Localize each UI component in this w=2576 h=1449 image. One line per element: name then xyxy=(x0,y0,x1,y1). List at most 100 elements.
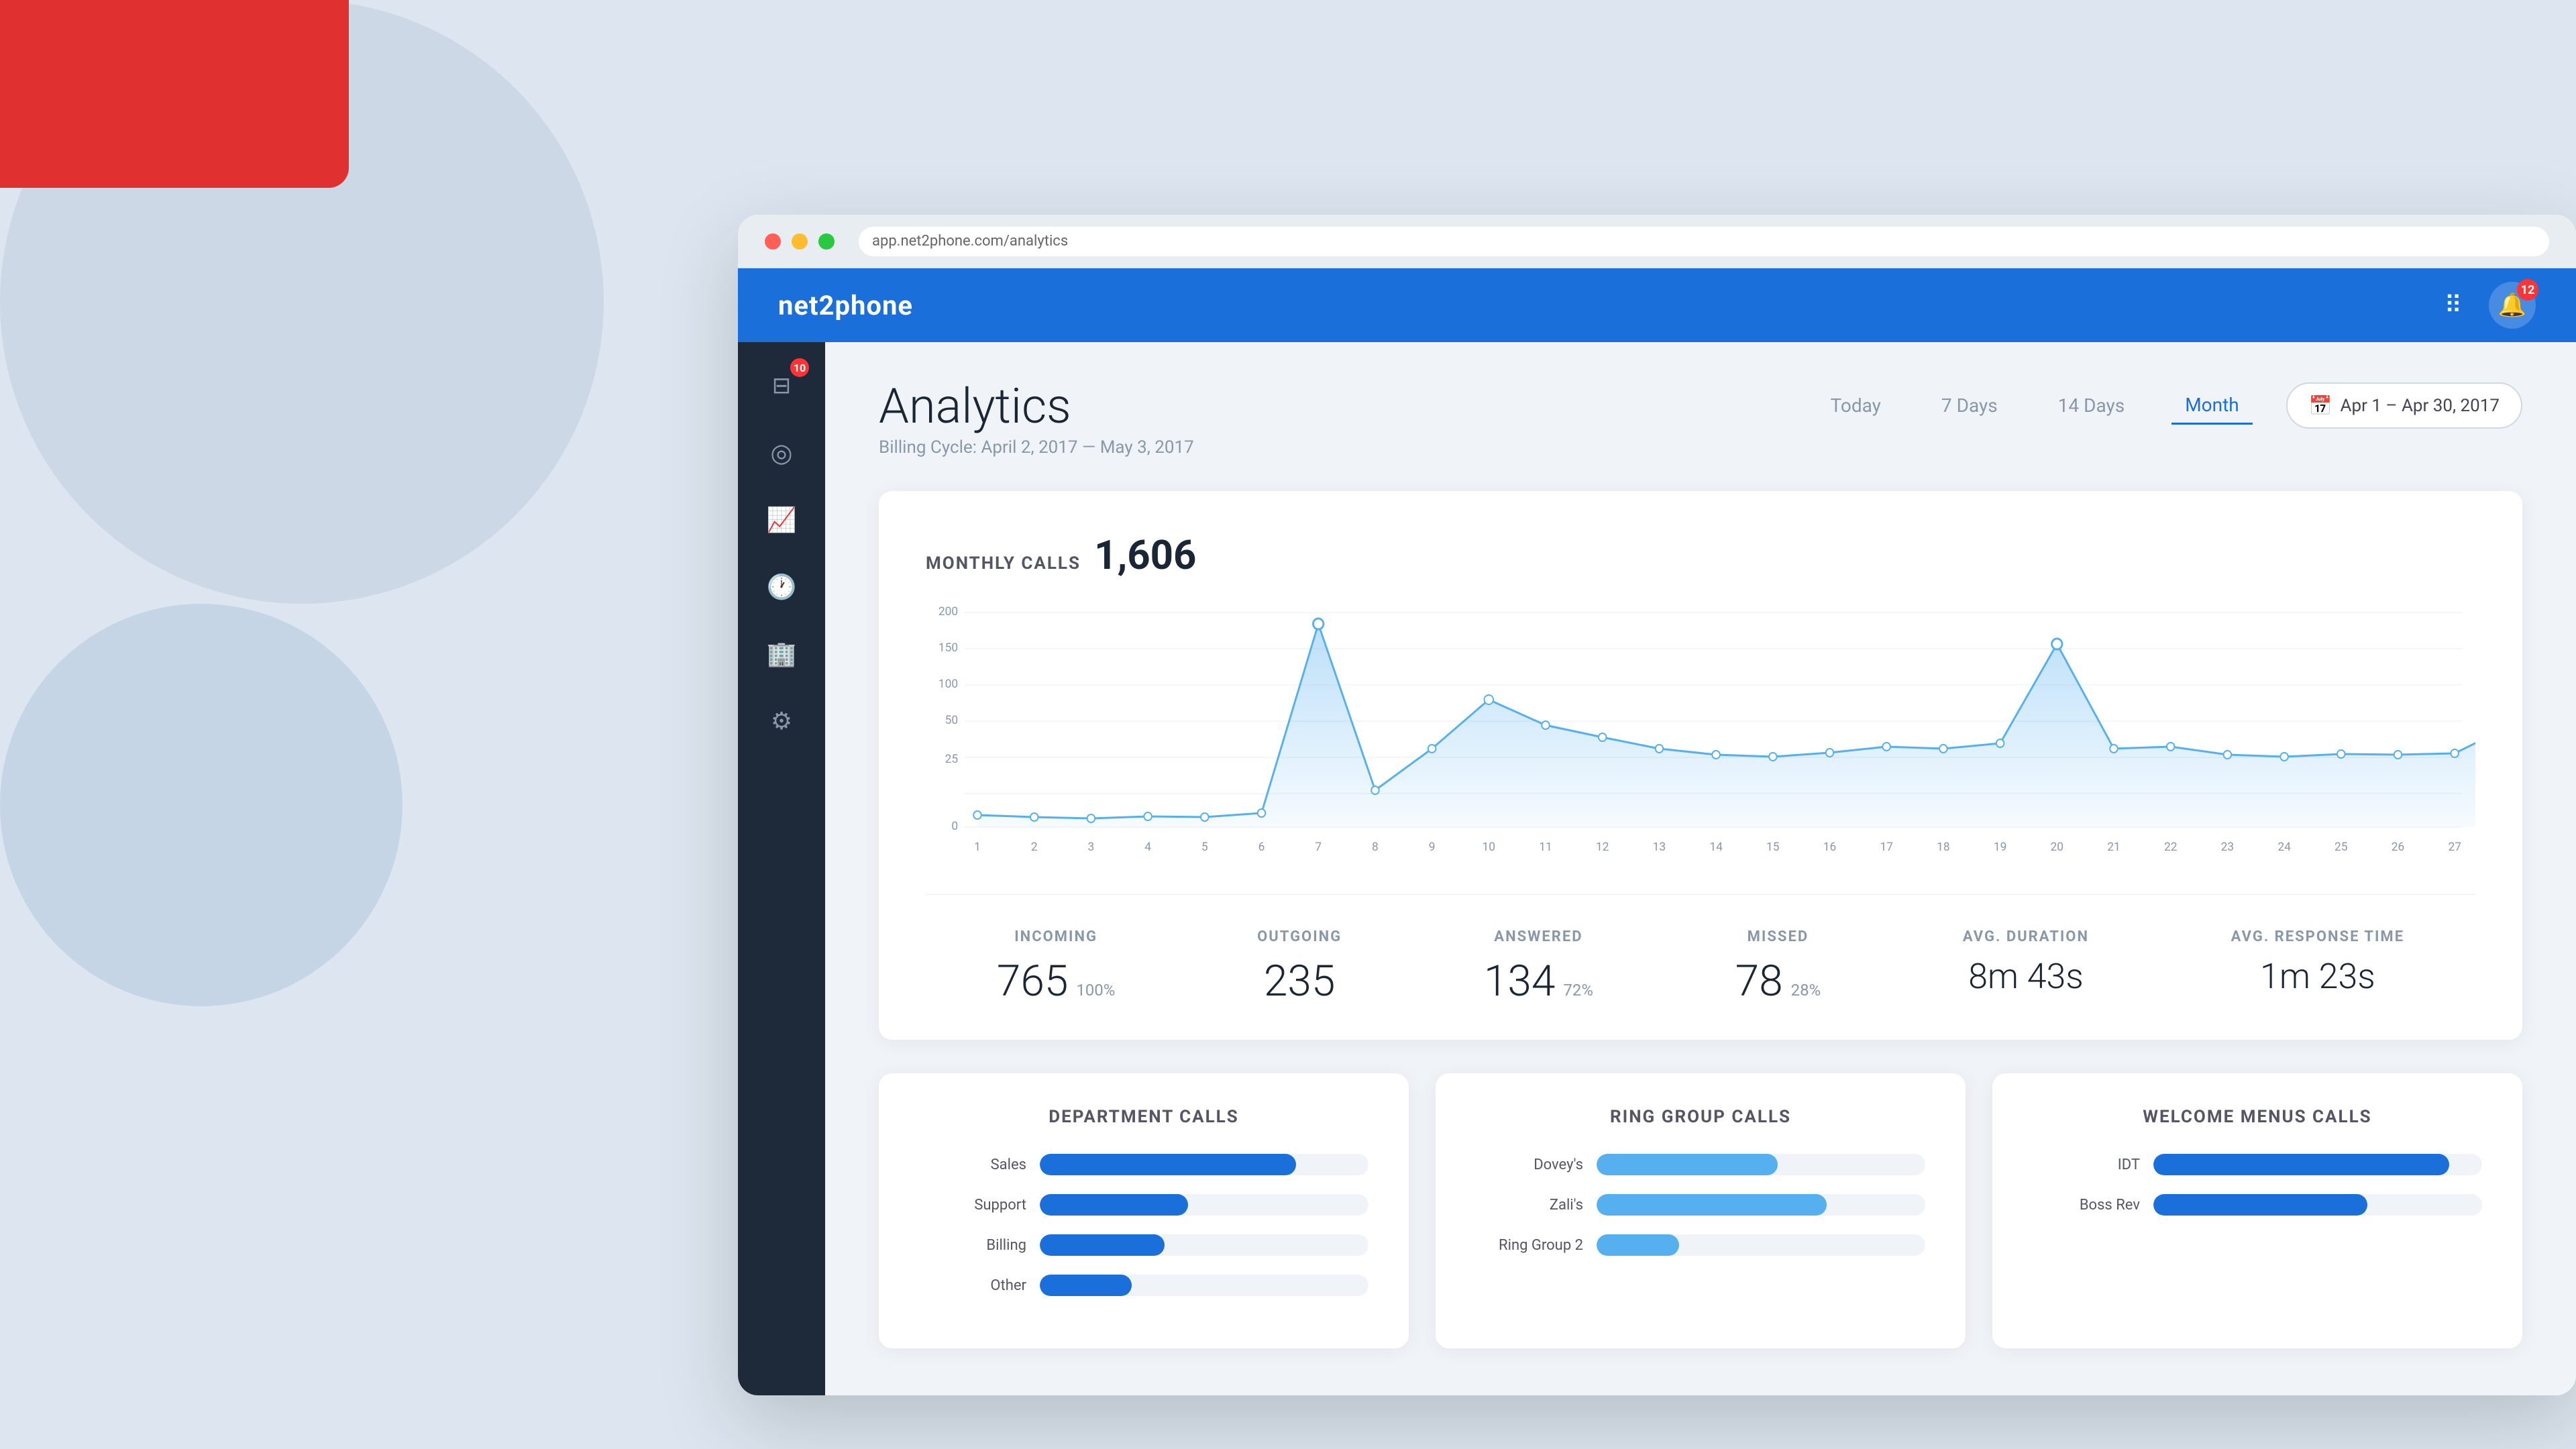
stat-answered: ANSWERED 134 72% xyxy=(1484,928,1593,1006)
bar-track-sales xyxy=(1040,1154,1368,1175)
filter-7days[interactable]: 7 Days xyxy=(1928,388,2011,423)
stat-avg-duration: AVG. DURATION 8m 43s xyxy=(1963,928,2089,1006)
stat-outgoing-label: OUTGOING xyxy=(1257,928,1342,945)
svg-text:17: 17 xyxy=(1880,841,1893,854)
analytics-header: Analytics Billing Cycle: April 2, 2017 —… xyxy=(879,382,2522,458)
chart-dot xyxy=(1656,745,1664,753)
svg-text:200: 200 xyxy=(938,606,958,619)
chart-dot xyxy=(2167,743,2175,751)
sidebar-item-building[interactable]: 🏢 xyxy=(751,624,812,684)
chart-dot xyxy=(1087,814,1095,822)
sidebar: ⊟ 10 ◎ 📈 🕐 🏢 ⚙ xyxy=(738,342,825,1395)
url-text: app.net2phone.com/analytics xyxy=(872,233,1068,250)
department-calls-card: DEPARTMENT CALLS Sales Support Billing xyxy=(879,1073,1409,1348)
chart-dot xyxy=(1769,753,1777,761)
bar-billing: Billing xyxy=(919,1234,1368,1256)
browser-window: app.net2phone.com/analytics net2phone ⠿ … xyxy=(738,215,2576,1395)
ring-group-calls-title: RING GROUP CALLS xyxy=(1476,1107,1925,1127)
bar-fill-idt xyxy=(2153,1154,2449,1175)
bar-fill-zalis xyxy=(1597,1194,1827,1216)
welcome-menus-card: WELCOME MENUS CALLS IDT Boss Rev xyxy=(1992,1073,2522,1348)
chart-dot xyxy=(2394,751,2402,759)
welcome-menus-title: WELCOME MENUS CALLS xyxy=(2033,1107,2482,1127)
svg-text:4: 4 xyxy=(1144,841,1151,854)
chart-dot xyxy=(1030,813,1038,821)
chart-dot xyxy=(1996,739,2004,747)
bar-bossrev: Boss Rev xyxy=(2033,1194,2482,1216)
bar-label-bossrev: Boss Rev xyxy=(2033,1197,2140,1214)
bar-track-bossrev xyxy=(2153,1194,2482,1216)
chart-dot xyxy=(1201,813,1209,821)
stat-missed-value: 78 28% xyxy=(1735,956,1821,1006)
bar-track-ringgroup2 xyxy=(1597,1234,1925,1256)
notification-badge: 12 xyxy=(2517,279,2538,301)
bar-doveys: Dovey's xyxy=(1476,1154,1925,1175)
stat-avg-response-label: AVG. RESPONSE TIME xyxy=(2231,928,2404,945)
app-logo: net2phone xyxy=(778,290,913,321)
browser-minimize-dot[interactable] xyxy=(792,233,808,250)
chart-dot xyxy=(1542,721,1550,729)
bar-sales: Sales xyxy=(919,1154,1368,1175)
svg-text:8: 8 xyxy=(1372,841,1379,854)
bar-support: Support xyxy=(919,1194,1368,1216)
grid-icon[interactable]: ⠿ xyxy=(2445,291,2462,319)
browser-maximize-dot[interactable] xyxy=(818,233,835,250)
filter-today[interactable]: Today xyxy=(1817,388,1894,423)
bar-track-other xyxy=(1040,1275,1368,1296)
stat-incoming-value: 765 100% xyxy=(997,956,1116,1006)
svg-text:22: 22 xyxy=(2164,841,2178,854)
bar-label-support: Support xyxy=(919,1197,1026,1214)
svg-text:16: 16 xyxy=(1823,841,1837,854)
bar-fill-ringgroup2 xyxy=(1597,1234,1679,1256)
svg-text:2: 2 xyxy=(1031,841,1038,854)
svg-text:12: 12 xyxy=(1596,841,1609,854)
stat-avg-duration-value: 8m 43s xyxy=(1963,956,2089,997)
svg-text:1: 1 xyxy=(974,841,981,854)
bar-label-sales: Sales xyxy=(919,1157,1026,1173)
browser-url-bar[interactable]: app.net2phone.com/analytics xyxy=(859,227,2549,256)
sidebar-item-clock[interactable]: 🕐 xyxy=(751,557,812,617)
stat-avg-response-value: 1m 23s xyxy=(2231,956,2404,997)
browser-close-dot[interactable] xyxy=(765,233,781,250)
filter-14days[interactable]: 14 Days xyxy=(2045,388,2139,423)
bar-fill-support xyxy=(1040,1194,1188,1216)
chart-dot xyxy=(2337,750,2345,758)
stat-outgoing: OUTGOING 235 xyxy=(1257,928,1342,1006)
nav-right: ⠿ 12 xyxy=(2445,282,2536,329)
bar-fill-sales xyxy=(1040,1154,1296,1175)
sidebar-item-home[interactable]: ⊟ 10 xyxy=(751,356,812,416)
bar-track-support xyxy=(1040,1194,1368,1216)
filter-month[interactable]: Month xyxy=(2171,387,2252,425)
date-picker-button[interactable]: 📅 Apr 1 – Apr 30, 2017 xyxy=(2286,382,2522,429)
stat-avg-duration-label: AVG. DURATION xyxy=(1963,928,2089,945)
bar-track-zalis xyxy=(1597,1194,1925,1216)
sidebar-item-settings[interactable]: ⚙ xyxy=(751,691,812,751)
chart-dot xyxy=(1939,745,1947,753)
svg-text:9: 9 xyxy=(1429,841,1436,854)
ring-group-calls-card: RING GROUP CALLS Dovey's Zali's Ring Gro… xyxy=(1436,1073,1966,1348)
chart-dot xyxy=(1258,809,1266,817)
stat-incoming-label: INCOMING xyxy=(997,928,1116,945)
bottom-cards: DEPARTMENT CALLS Sales Support Billing xyxy=(879,1073,2522,1348)
sidebar-badge-home: 10 xyxy=(790,358,809,377)
chart-dot xyxy=(2451,749,2459,757)
bar-track-idt xyxy=(2153,1154,2482,1175)
svg-text:7: 7 xyxy=(1315,841,1322,854)
bar-track-billing xyxy=(1040,1234,1368,1256)
stat-answered-label: ANSWERED xyxy=(1484,928,1593,945)
bar-other: Other xyxy=(919,1275,1368,1296)
notification-bell[interactable]: 12 xyxy=(2489,282,2536,329)
chart-dot xyxy=(1882,743,1890,751)
bar-label-idt: IDT xyxy=(2033,1157,2140,1173)
svg-text:26: 26 xyxy=(2392,841,2405,854)
sidebar-item-analytics[interactable]: 📈 xyxy=(751,490,812,550)
chart-dot xyxy=(1144,812,1152,820)
calendar-icon: 📅 xyxy=(2309,394,2332,417)
bar-label-zalis: Zali's xyxy=(1476,1197,1583,1214)
sidebar-item-compass[interactable]: ◎ xyxy=(751,423,812,483)
monthly-calls-count: 1,606 xyxy=(1094,531,1196,579)
stat-answered-value: 134 72% xyxy=(1484,956,1593,1006)
svg-text:18: 18 xyxy=(1937,841,1949,854)
chart-dot xyxy=(973,811,981,819)
chart-area-fill xyxy=(977,624,2475,827)
